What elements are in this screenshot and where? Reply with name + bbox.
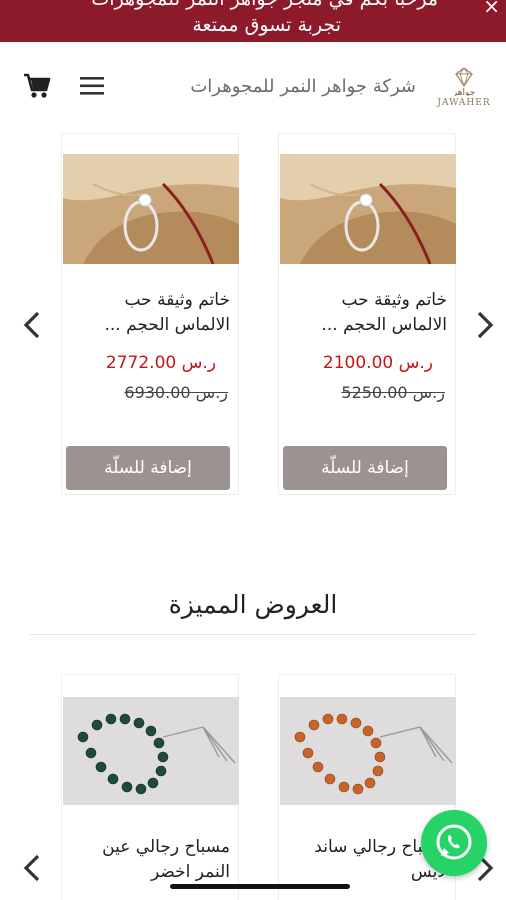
product-image[interactable]: [280, 154, 456, 265]
chevron-left-icon[interactable]: [20, 310, 44, 340]
product-title[interactable]: خاتم وثيقة حب الالماس الحجم ...: [70, 288, 230, 338]
product-card[interactable]: خاتم وثيقة حب الالماس الحجم ... ر.س 2100…: [278, 133, 456, 495]
site-header: شركة جواهر النمر للمجوهرات جواهر JAWAHER: [0, 42, 506, 132]
featured-product-card[interactable]: مسباح رجالي عين النمر اخضر: [61, 674, 239, 900]
chevron-left-icon[interactable]: [20, 853, 44, 883]
product-old-price: ر.س 6930.00: [124, 383, 228, 402]
product-price: ر.س 2100.00: [322, 353, 433, 373]
promo-line-1: مرحبا بكم في متجر جواهر النمر للمجوهرات: [91, 0, 438, 10]
product-title[interactable]: خاتم وثيقة حب الالماس الحجم ...: [287, 288, 447, 338]
promo-banner: مرحبا بكم في متجر جواهر النمر للمجوهرات …: [0, 0, 506, 42]
logo-english-text: JAWAHER: [437, 98, 491, 108]
product-image[interactable]: [63, 697, 239, 805]
section-divider: [30, 634, 476, 635]
product-card[interactable]: خاتم وثيقة حب الالماس الحجم ... ر.س 2772…: [61, 133, 239, 495]
product-image[interactable]: [63, 154, 239, 265]
add-to-cart-button[interactable]: إضافة للسلّة: [283, 446, 447, 490]
brand-name[interactable]: شركة جواهر النمر للمجوهرات: [190, 76, 416, 97]
cart-icon[interactable]: [22, 72, 52, 100]
product-title[interactable]: مسباح رجالي عين النمر اخضر: [70, 835, 230, 885]
featured-section-title: العروض المميزة: [168, 590, 338, 619]
diamond-logo-icon: جواهر: [452, 67, 475, 98]
close-icon[interactable]: ×: [483, 0, 500, 18]
brand-logo[interactable]: جواهر JAWAHER: [434, 64, 494, 114]
promo-line-2: تجربة تسوق ممتعة: [192, 14, 341, 36]
add-to-cart-button[interactable]: إضافة للسلّة: [66, 446, 230, 490]
hamburger-menu-icon[interactable]: [78, 74, 108, 98]
product-old-price: ر.س 5250.00: [341, 383, 445, 402]
logo-arabic-text: جواهر: [452, 88, 475, 96]
chevron-right-icon[interactable]: [473, 310, 497, 340]
whatsapp-button[interactable]: [421, 810, 487, 876]
product-image[interactable]: [280, 697, 456, 805]
product-price: ر.س 2772.00: [105, 353, 216, 373]
home-indicator: [170, 884, 350, 889]
whatsapp-icon: [436, 824, 472, 860]
